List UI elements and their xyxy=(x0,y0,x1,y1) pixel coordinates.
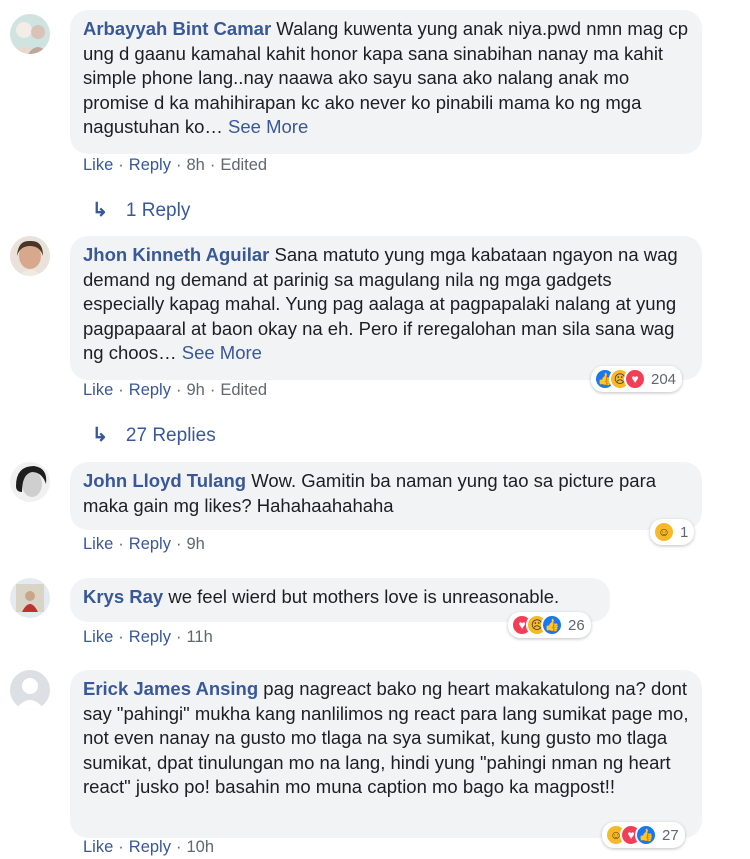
comment-author[interactable]: Krys Ray xyxy=(83,586,163,607)
comment-actions: Like · Reply · 10h xyxy=(83,838,214,856)
comment-author[interactable]: Arbayyah Bint Camar xyxy=(83,18,271,39)
see-more-link[interactable]: See More xyxy=(228,116,308,137)
reply-link[interactable]: Reply xyxy=(129,535,171,553)
avatar[interactable] xyxy=(10,578,50,618)
comment-time[interactable]: 8h xyxy=(186,156,204,174)
avatar[interactable] xyxy=(10,462,50,502)
like-icon: 👍 xyxy=(541,614,563,636)
avatar[interactable] xyxy=(10,14,50,54)
edited-label[interactable]: Edited xyxy=(220,156,267,174)
reply-link[interactable]: Reply xyxy=(129,628,171,646)
reply-arrow-icon: ↳ xyxy=(92,425,108,446)
comment-author[interactable]: John Lloyd Tulang xyxy=(83,470,246,491)
like-link[interactable]: Like xyxy=(83,838,113,856)
comment-time[interactable]: 10h xyxy=(186,838,214,856)
comment-bubble: Jhon Kinneth Aguilar Sana matuto yung mg… xyxy=(70,236,702,380)
reaction-summary[interactable]: 👍 ☹ ♥ 204 xyxy=(591,366,683,392)
comment-time[interactable]: 11h xyxy=(186,628,212,646)
like-link[interactable]: Like xyxy=(83,156,113,174)
avatar[interactable] xyxy=(10,236,50,276)
comment-text: we feel wierd but mothers love is unreas… xyxy=(168,586,560,607)
comment-actions: Like · Reply · 9h xyxy=(83,535,205,553)
reaction-summary[interactable]: ☺ 1 xyxy=(650,519,695,545)
view-replies-link[interactable]: ↳ 27 Replies xyxy=(92,424,216,447)
reaction-summary[interactable]: ☺ ♥ 👍 27 xyxy=(602,822,685,848)
reply-arrow-icon: ↳ xyxy=(92,200,108,221)
like-link[interactable]: Like xyxy=(83,535,113,553)
reply-link[interactable]: Reply xyxy=(129,838,171,856)
comment-actions: Like · Reply · 11h xyxy=(83,628,213,646)
like-link[interactable]: Like xyxy=(83,381,113,399)
reaction-count: 204 xyxy=(651,370,677,388)
comment-bubble: Arbayyah Bint Camar Walang kuwenta yung … xyxy=(70,10,702,154)
love-icon: ♥ xyxy=(624,368,646,390)
see-more-link[interactable]: See More xyxy=(182,342,262,363)
comment-time[interactable]: 9h xyxy=(186,381,204,399)
comment-bubble: Erick James Ansing pag nagreact bako ng … xyxy=(70,670,702,838)
reply-link[interactable]: Reply xyxy=(129,156,171,174)
avatar[interactable] xyxy=(10,670,50,710)
comment-bubble: John Lloyd Tulang Wow. Gamitin ba naman … xyxy=(70,462,702,530)
comment-actions: Like · Reply · 8h · Edited xyxy=(83,156,268,174)
edited-label[interactable]: Edited xyxy=(220,381,267,399)
like-link[interactable]: Like xyxy=(83,628,113,646)
comment-author[interactable]: Erick James Ansing xyxy=(83,678,258,699)
reaction-summary[interactable]: ♥ ☹ 👍 26 xyxy=(508,612,591,638)
view-replies-link[interactable]: ↳ 1 Reply xyxy=(92,199,190,222)
reaction-count: 27 xyxy=(662,826,679,844)
comment-actions: Like · Reply · 9h · Edited xyxy=(83,381,268,399)
comment-time[interactable]: 9h xyxy=(186,535,204,553)
comment-author[interactable]: Jhon Kinneth Aguilar xyxy=(83,244,269,265)
like-icon: 👍 xyxy=(635,824,657,846)
reply-link[interactable]: Reply xyxy=(129,381,171,399)
reaction-count: 26 xyxy=(568,616,585,634)
haha-icon: ☺ xyxy=(653,521,675,543)
reaction-count: 1 xyxy=(680,523,689,541)
